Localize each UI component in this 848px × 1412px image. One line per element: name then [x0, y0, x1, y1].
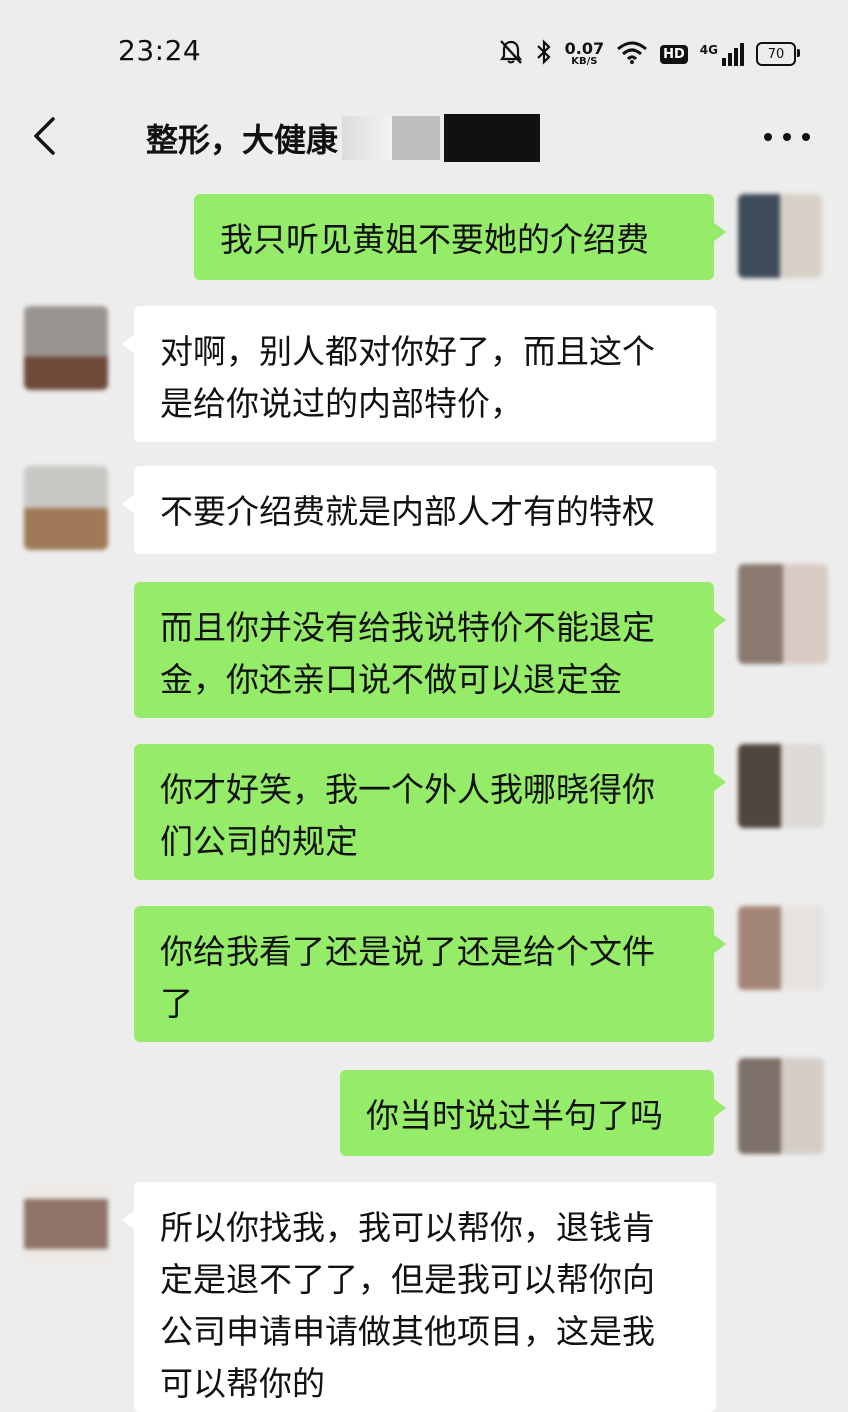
message-bubble[interactable]: 不要介绍费就是内部人才有的特权 [122, 466, 716, 554]
mute-icon [499, 39, 523, 69]
more-button[interactable] [764, 120, 810, 154]
message-bubble[interactable]: 你给我看了还是说了还是给个文件 了 [134, 906, 726, 1042]
message-bubble[interactable]: 你才好笑，我一个外人我哪晓得你 们公司的规定 [134, 744, 726, 880]
more-icon [764, 133, 772, 141]
message-bubble[interactable]: 所以你找我，我可以帮你，退钱肯 定是退不了了，但是我可以帮你向 公司申请申请做其… [122, 1182, 716, 1412]
chat-title: 整形，大健康 [146, 121, 339, 159]
avatar[interactable] [738, 564, 828, 664]
status-icons: 0.07 KB/S HD 4G 70 [499, 34, 800, 74]
battery-level: 70 [767, 46, 785, 62]
avatar[interactable] [738, 906, 824, 990]
chat-title-group: 整形，大健康 [146, 114, 541, 162]
battery-icon: 70 [756, 42, 800, 66]
back-button[interactable] [22, 114, 66, 158]
avatar[interactable] [24, 1182, 108, 1266]
wifi-icon [616, 40, 648, 68]
avatar[interactable] [24, 466, 108, 550]
avatar[interactable] [738, 744, 824, 828]
hd-badge: HD [660, 44, 688, 64]
message-bubble[interactable]: 而且你并没有给我说特价不能退定 金，你还亲口说不做可以退定金 [134, 582, 726, 718]
message-bubble[interactable]: 我只听见黄姐不要她的介绍费 [194, 194, 726, 280]
redaction-black [444, 114, 541, 162]
avatar[interactable] [738, 1058, 824, 1154]
avatar[interactable] [738, 194, 822, 278]
signal-icon: 4G [700, 42, 744, 66]
chat-header: 整形，大健康 [0, 100, 848, 178]
avatar[interactable] [24, 306, 108, 390]
redaction-gray [392, 116, 441, 160]
net-speed: 0.07 KB/S [564, 39, 605, 67]
status-time: 23:24 [118, 34, 202, 67]
bluetooth-icon [535, 39, 553, 69]
message-bubble[interactable]: 你当时说过半句了吗 [340, 1070, 726, 1156]
message-bubble[interactable]: 对啊，别人都对你好了，而且这个 是给你说过的内部特价， [122, 306, 716, 442]
redaction-blur [342, 116, 393, 160]
back-icon [34, 117, 55, 155]
status-bar: 23:24 0.07 KB/S HD 4G 70 [0, 0, 848, 100]
